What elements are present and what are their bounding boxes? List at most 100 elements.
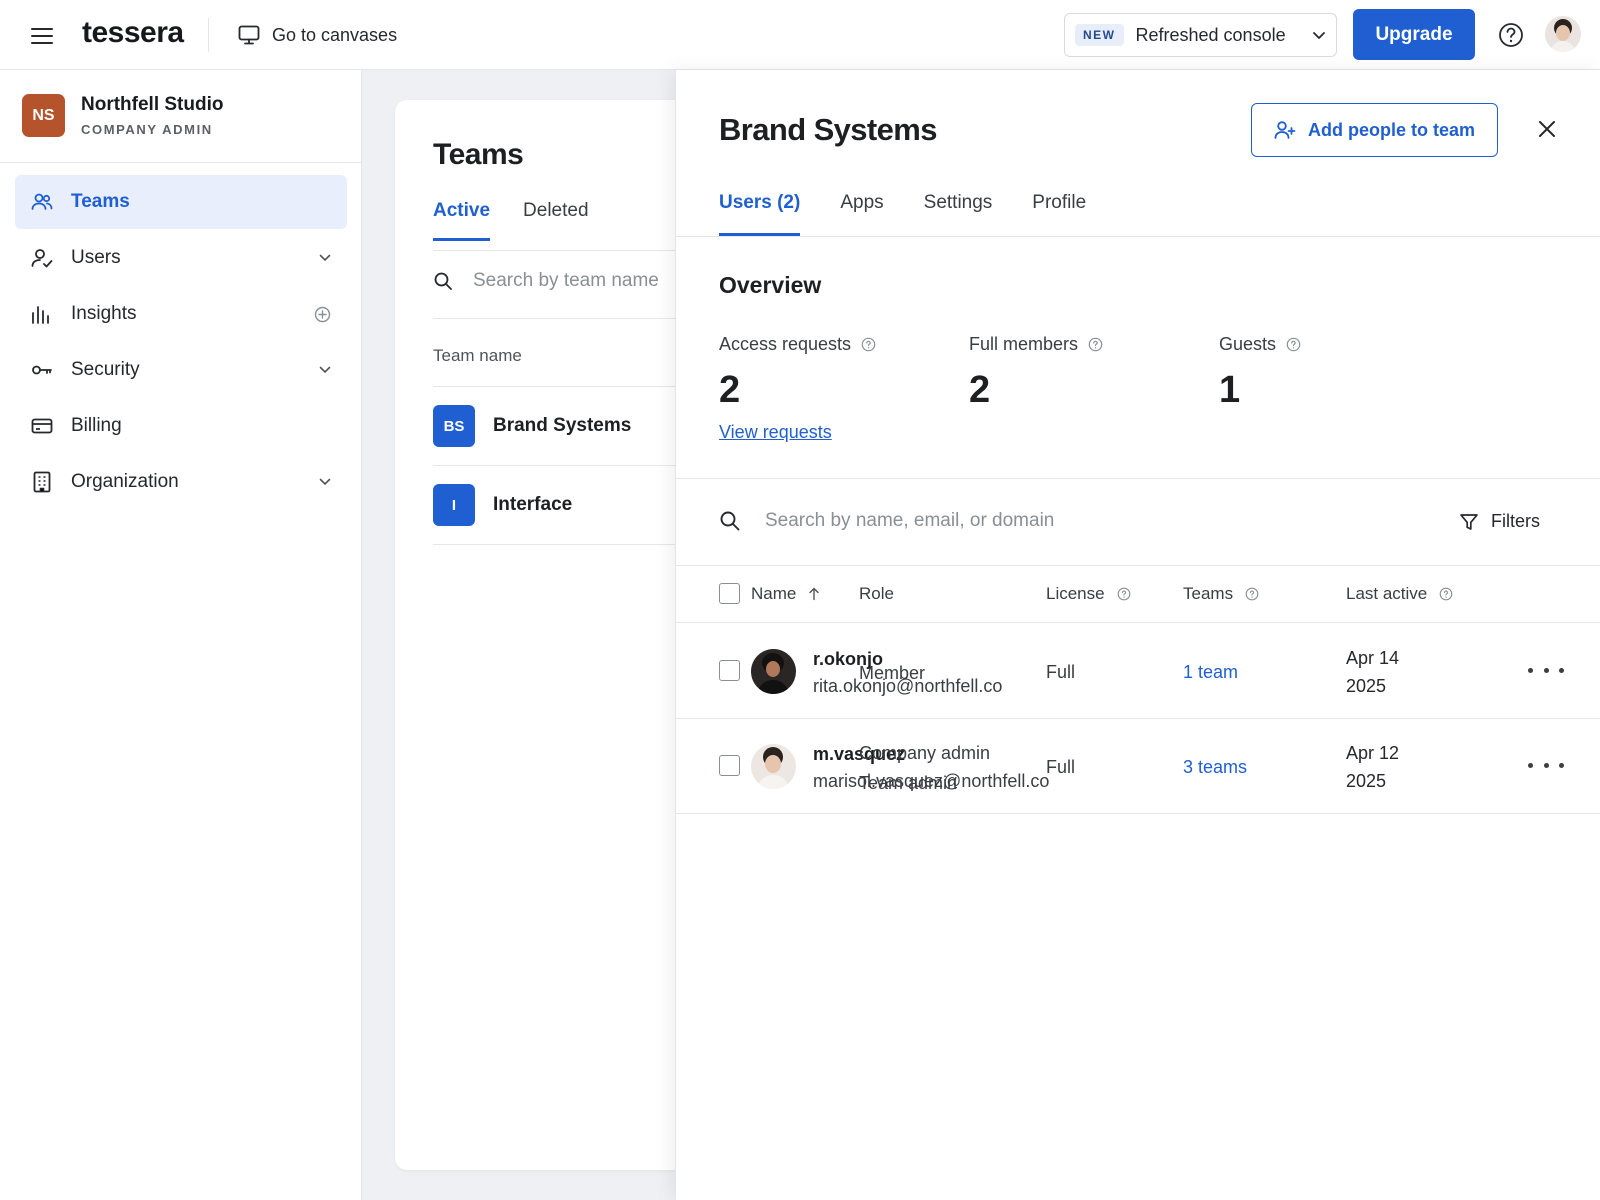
users-table-header: Name Role License Teams Last active: [676, 566, 1600, 623]
column-header-name[interactable]: Name: [751, 584, 820, 604]
table-row[interactable]: r.okonjo rita.okonjo@northfell.co Member…: [676, 624, 1600, 719]
add-people-button[interactable]: Add people to team: [1251, 103, 1498, 157]
chevron-down-icon: [1312, 31, 1326, 40]
divider: [676, 236, 1600, 237]
tab-apps[interactable]: Apps: [840, 192, 883, 236]
stat-value: 2: [969, 369, 991, 411]
tab-deleted[interactable]: Deleted: [523, 200, 589, 241]
column-header-last-active[interactable]: Last active: [1346, 584, 1453, 604]
last-active-year: 2025: [1346, 676, 1387, 696]
user-search-input[interactable]: Search by name, email, or domain: [719, 510, 1054, 532]
go-to-canvases-link[interactable]: Go to canvases: [238, 20, 397, 50]
stat-label: Guests: [1219, 334, 1277, 354]
sidebar-item-label: Insights: [71, 303, 137, 324]
user-plus-icon: [1274, 120, 1296, 140]
select-all-checkbox[interactable]: [719, 583, 740, 604]
go-to-canvases-label: Go to canvases: [272, 24, 398, 45]
search-icon: [719, 510, 741, 532]
last-active-date: Apr 14: [1346, 648, 1400, 668]
sidebar-item-insights[interactable]: Insights: [15, 287, 347, 341]
people-icon: [31, 192, 53, 212]
user-role: Company admin: [859, 743, 991, 763]
divider: [433, 250, 715, 251]
stat-full-members: Full members 2: [969, 334, 1103, 412]
app-logo[interactable]: tessera: [82, 16, 184, 50]
page-title: Teams: [433, 138, 524, 171]
view-requests-link[interactable]: View requests: [719, 422, 832, 443]
team-badge: I: [433, 484, 475, 526]
sidebar: NS Northfell Studio COMPANY ADMIN Teams …: [0, 70, 362, 1200]
tab-settings[interactable]: Settings: [924, 192, 993, 236]
team-row-brand-systems[interactable]: BS Brand Systems: [433, 387, 715, 466]
last-active-date: Apr 12: [1346, 743, 1400, 763]
user-search-placeholder: Search by name, email, or domain: [765, 510, 1055, 531]
sidebar-item-security[interactable]: Security: [15, 343, 347, 397]
sidebar-item-label: Organization: [71, 471, 179, 492]
column-header-teams[interactable]: Teams: [1183, 584, 1259, 604]
team-row-interface[interactable]: I Interface: [433, 466, 715, 545]
topbar-divider: [208, 18, 209, 52]
console-select-label: Refreshed console: [1135, 24, 1286, 45]
organization-header[interactable]: NS Northfell Studio COMPANY ADMIN: [22, 94, 223, 137]
more-options-icon[interactable]: [1528, 660, 1564, 680]
chevron-down-icon: [319, 366, 331, 374]
team-search-input[interactable]: Search by team name: [433, 270, 659, 292]
sidebar-item-label: Teams: [71, 191, 130, 212]
sidebar-item-label: Security: [71, 359, 140, 380]
row-checkbox[interactable]: [719, 755, 740, 776]
filters-button[interactable]: Filters: [1459, 511, 1540, 532]
more-options-icon[interactable]: [1528, 755, 1564, 775]
sidebar-item-users[interactable]: Users: [15, 231, 347, 285]
hamburger-menu-icon[interactable]: [26, 20, 58, 52]
info-icon[interactable]: [861, 337, 876, 352]
user-avatar[interactable]: [1545, 16, 1581, 52]
user-check-icon: [31, 248, 53, 268]
stat-value: 2: [719, 369, 741, 411]
team-name: Interface: [493, 494, 573, 515]
column-label: Role: [859, 584, 894, 603]
org-role: COMPANY ADMIN: [81, 122, 213, 137]
row-checkbox[interactable]: [719, 660, 740, 681]
column-header-license[interactable]: License: [1046, 584, 1131, 604]
user-role: Member: [859, 663, 926, 683]
sidebar-item-billing[interactable]: Billing: [15, 399, 347, 453]
column-header-team-name[interactable]: Team name: [433, 346, 522, 366]
sidebar-item-organization[interactable]: Organization: [15, 455, 347, 509]
tab-users[interactable]: Users (2): [719, 192, 801, 236]
sidebar-item-label: Billing: [71, 415, 122, 436]
teams-card: Teams Active Deleted Search by team name…: [395, 100, 715, 1170]
divider: [433, 318, 715, 319]
info-icon: [1439, 587, 1453, 601]
user-teams-link[interactable]: 3 teams: [1183, 757, 1247, 778]
info-icon[interactable]: [1088, 337, 1103, 352]
filter-icon: [1459, 512, 1479, 532]
bar-chart-icon: [31, 304, 53, 324]
panel-title: Brand Systems: [719, 112, 938, 147]
panel-tabs: Users (2) Apps Settings Profile: [719, 192, 1086, 236]
stat-value: 1: [1219, 369, 1241, 411]
avatar: [751, 649, 796, 694]
console-version-select[interactable]: NEW Refreshed console: [1064, 13, 1337, 57]
upgrade-button[interactable]: Upgrade: [1353, 9, 1475, 60]
filters-label: Filters: [1491, 511, 1540, 531]
team-search-placeholder: Search by team name: [473, 270, 659, 291]
info-icon[interactable]: [1286, 337, 1301, 352]
user-license: Full: [1046, 757, 1076, 777]
monitor-icon: [238, 25, 260, 45]
add-people-label: Add people to team: [1307, 119, 1475, 140]
chevron-down-icon: [319, 254, 331, 262]
user-teams-link[interactable]: 1 team: [1183, 662, 1238, 683]
close-icon[interactable]: [1532, 114, 1562, 144]
column-header-role[interactable]: Role: [859, 584, 894, 604]
user-team-role: Team admin: [859, 773, 958, 793]
sidebar-item-teams[interactable]: Teams: [15, 175, 347, 229]
arrow-up-icon: [808, 587, 820, 601]
tab-profile[interactable]: Profile: [1032, 192, 1086, 236]
credit-card-icon: [31, 416, 53, 436]
help-icon[interactable]: [1496, 20, 1526, 50]
table-row[interactable]: m.vasquez marisol.vasquez@northfell.co C…: [676, 719, 1600, 814]
tab-active[interactable]: Active: [433, 200, 491, 241]
team-badge: BS: [433, 405, 475, 447]
avatar: [751, 744, 796, 789]
column-label: Name: [751, 584, 797, 603]
